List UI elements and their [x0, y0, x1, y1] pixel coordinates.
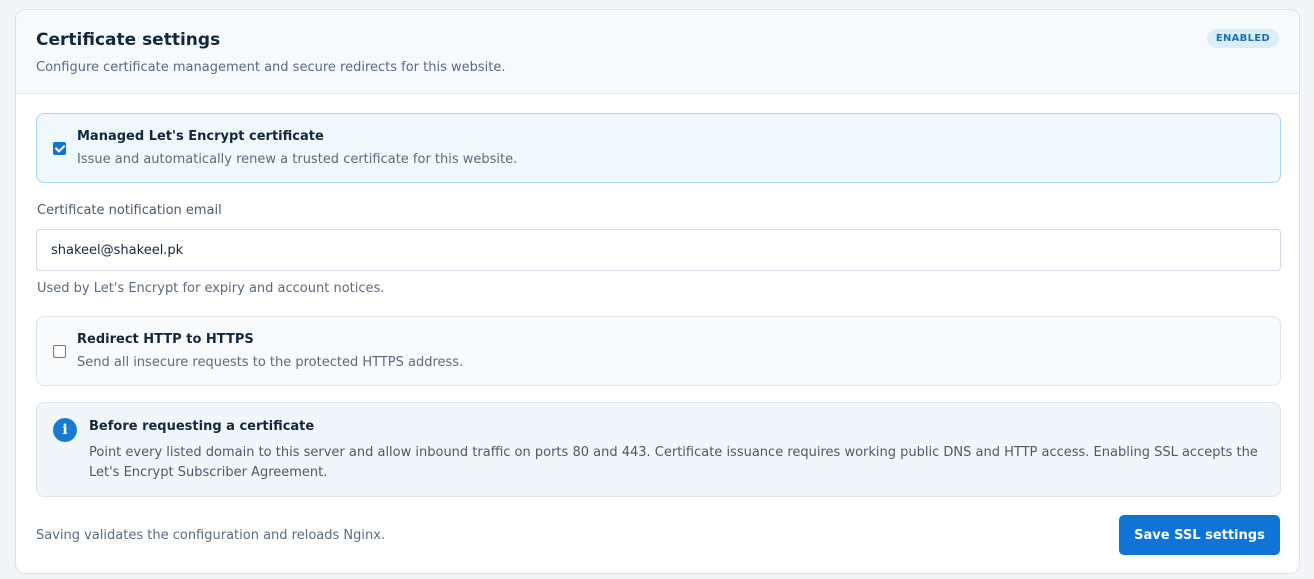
info-notice-title: Before requesting a certificate: [89, 419, 315, 434]
email-field-label: Certificate notification email: [37, 203, 222, 218]
managed-certificate-option[interactable]: Managed Let's Encrypt certificate Issue …: [36, 113, 1281, 183]
managed-certificate-label: Managed Let's Encrypt certificate: [77, 129, 324, 144]
footer-note: Saving validates the configuration and r…: [36, 528, 386, 543]
managed-certificate-checkbox[interactable]: [53, 142, 66, 155]
redirect-https-description: Send all insecure requests to the protec…: [77, 355, 464, 370]
redirect-https-label: Redirect HTTP to HTTPS: [77, 332, 254, 347]
save-ssl-settings-button[interactable]: Save SSL settings: [1119, 515, 1280, 555]
card-header: Certificate settings Configure certifica…: [16, 10, 1299, 94]
info-icon: i: [53, 418, 77, 442]
page-subtitle: Configure certificate management and sec…: [36, 60, 506, 75]
redirect-https-option[interactable]: Redirect HTTP to HTTPS Send all insecure…: [36, 316, 1281, 386]
info-notice-body: Point every listed domain to this server…: [89, 445, 1258, 480]
email-field-help: Used by Let's Encrypt for expiry and acc…: [37, 281, 385, 296]
managed-certificate-description: Issue and automatically renew a trusted …: [77, 152, 518, 167]
ssl-settings-card: Certificate settings Configure certifica…: [15, 9, 1300, 574]
page-title: Certificate settings: [36, 30, 221, 50]
info-notice: i Before requesting a certificate Point …: [36, 402, 1281, 497]
status-badge: ENABLED: [1206, 29, 1279, 48]
email-field[interactable]: [36, 229, 1281, 271]
redirect-https-checkbox[interactable]: [53, 345, 66, 358]
